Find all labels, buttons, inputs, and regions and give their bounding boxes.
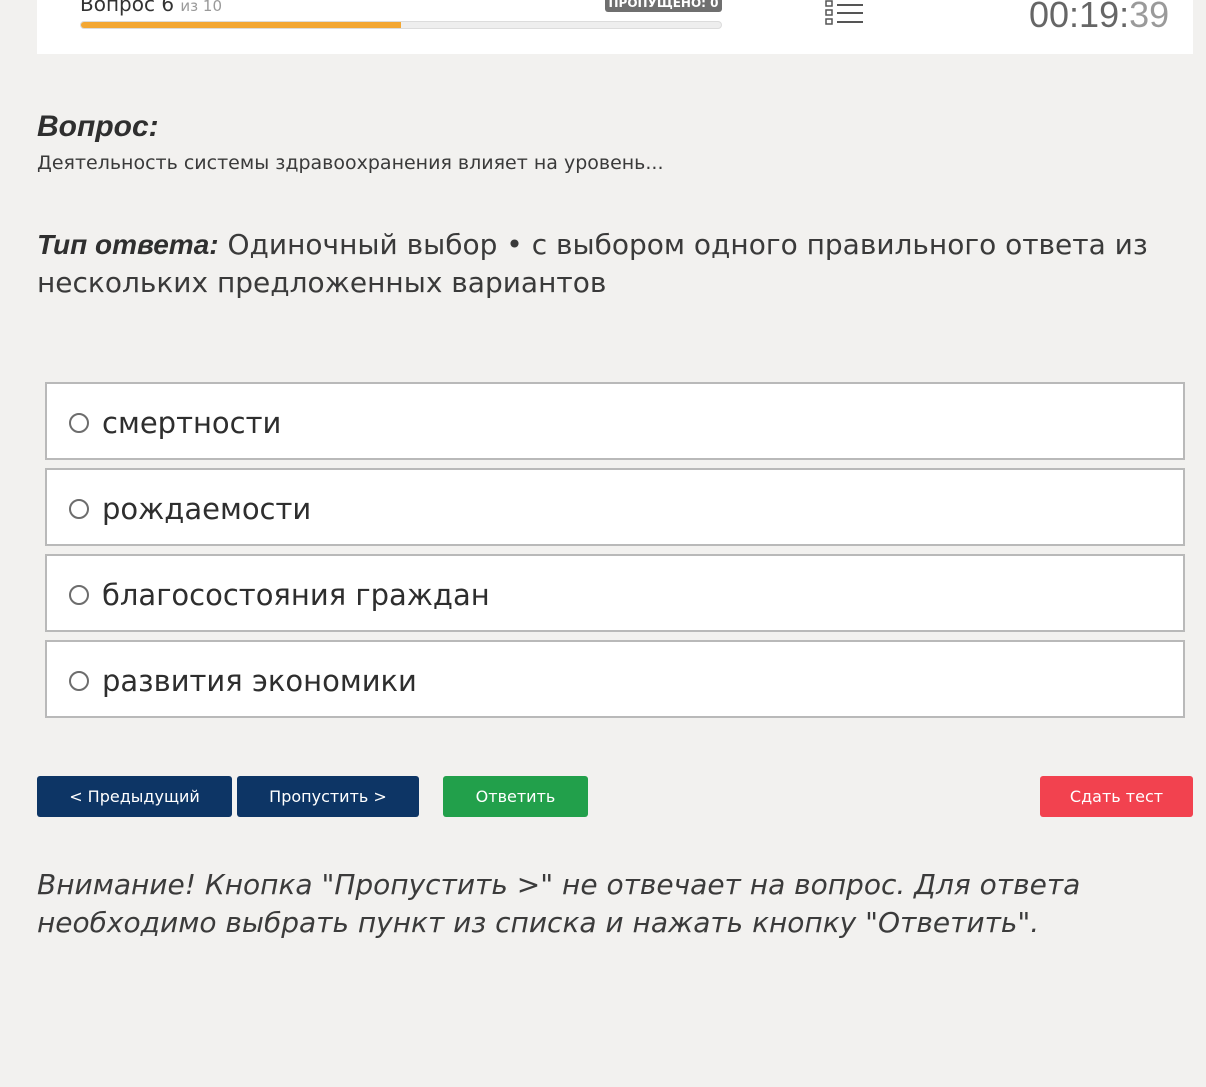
answer-button[interactable]: Ответить [443,776,588,817]
question-total: из 10 [180,0,222,15]
question-number: Вопрос 6 [80,0,175,16]
answer-option[interactable]: развития экономики [45,640,1185,718]
list-icon[interactable] [825,0,865,26]
option-label: смертности [102,406,282,440]
timer-main: 00:19: [1029,0,1130,35]
answer-options: смертности рождаемости благосостояния гр… [45,382,1185,726]
warning-note: Внимание! Кнопка "Пропустить >" не отвеч… [37,868,1081,939]
radio-button[interactable] [69,499,89,519]
progress-fill [81,22,401,28]
option-label: развития экономики [102,664,417,698]
timer-seconds: 39 [1129,0,1170,35]
radio-button[interactable] [69,671,89,691]
question-counter: Вопрос 6 из 10 [80,0,222,16]
option-label: рождаемости [102,492,312,526]
test-header: Вопрос 6 из 10 ПРОПУЩЕНО: 0 00:19:39 [37,0,1193,54]
answer-option[interactable]: смертности [45,382,1185,460]
skip-button[interactable]: Пропустить > [237,776,419,817]
question-heading: Вопрос: [37,110,159,143]
submit-test-button[interactable]: Сдать тест [1040,776,1193,817]
progress-bar [80,21,722,29]
option-label: благосостояния граждан [102,578,490,612]
answer-option[interactable]: благосостояния граждан [45,554,1185,632]
answer-type: Тип ответа: Одиночный выбор • с выбором … [37,226,1177,302]
radio-button[interactable] [69,413,89,433]
skipped-badge: ПРОПУЩЕНО: 0 [605,0,722,12]
previous-button[interactable]: < Предыдущий [37,776,232,817]
answer-type-label: Тип ответа: [37,229,219,260]
answer-option[interactable]: рождаемости [45,468,1185,546]
question-text: Деятельность системы здравоохранения вли… [37,152,664,174]
radio-button[interactable] [69,585,89,605]
timer: 00:19:39 [1029,0,1169,36]
